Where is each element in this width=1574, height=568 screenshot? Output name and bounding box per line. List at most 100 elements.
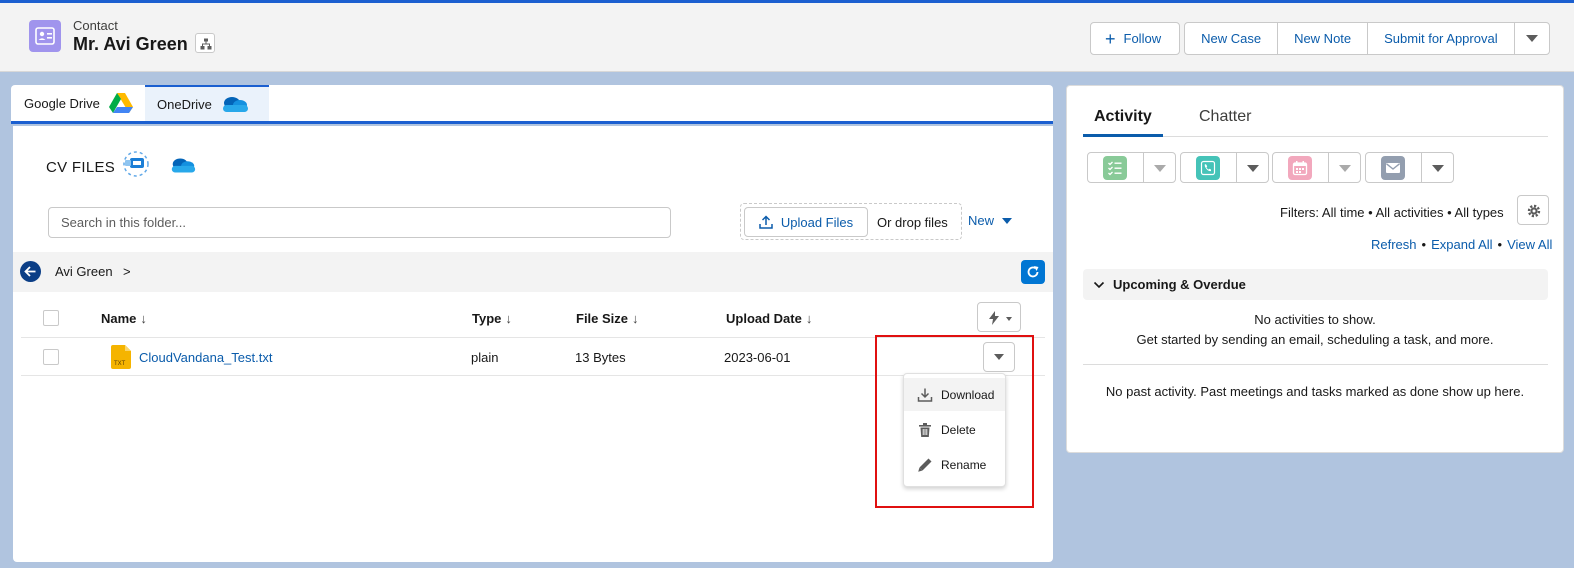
drop-files-label: Or drop files xyxy=(877,215,948,230)
lightning-icon xyxy=(989,311,999,325)
arrow-left-icon xyxy=(24,266,36,277)
more-actions-button[interactable] xyxy=(1513,22,1550,55)
google-drive-icon xyxy=(108,93,133,113)
chevron-down-icon xyxy=(1525,35,1538,42)
select-all-checkbox[interactable] xyxy=(43,310,59,326)
download-icon xyxy=(917,388,933,402)
upload-drop-zone[interactable]: Upload Files Or drop files xyxy=(740,203,962,240)
header-actions: + Follow New Case New Note Submit for Ap… xyxy=(1090,22,1550,55)
chevron-down-icon xyxy=(1002,217,1013,224)
record-header: Contact Mr. Avi Green + Follow New Case … xyxy=(0,3,1574,72)
submit-for-approval-button[interactable]: Submit for Approval xyxy=(1367,22,1515,55)
new-label: New xyxy=(968,213,995,228)
pencil-icon xyxy=(918,458,932,472)
filter-settings-button[interactable] xyxy=(1517,195,1549,225)
sort-arrow-icon: ↓ xyxy=(632,311,639,326)
activity-filters: Filters: All time • All activities • All… xyxy=(1280,205,1504,220)
file-name-link[interactable]: CloudVandana_Test.txt xyxy=(139,350,272,365)
refresh-link[interactable]: Refresh xyxy=(1371,237,1417,252)
upload-label: Upload Files xyxy=(780,214,854,230)
cv-files-logo-icon xyxy=(123,151,149,177)
tab-chatter[interactable]: Chatter xyxy=(1199,108,1251,126)
file-size: 13 Bytes xyxy=(575,350,626,365)
col-size-header[interactable]: File Size ↓ xyxy=(576,311,639,326)
breadcrumb-folder[interactable]: Avi Green xyxy=(55,264,113,279)
get-started-text: Get started by sending an email, schedul… xyxy=(1136,332,1494,347)
onedrive-icon xyxy=(222,97,248,112)
row-checkbox[interactable] xyxy=(43,349,59,365)
menu-item-delete[interactable]: Delete xyxy=(904,413,1005,446)
sort-arrow-icon: ↓ xyxy=(140,311,147,326)
chevron-down-icon xyxy=(1339,165,1351,172)
expand-all-link[interactable]: Expand All xyxy=(1431,237,1492,252)
section-divider xyxy=(1083,364,1548,365)
txt-file-icon: TXT xyxy=(111,345,131,369)
tab-onedrive[interactable]: OneDrive xyxy=(145,85,269,121)
active-tab-indicator xyxy=(1083,134,1163,137)
activity-links: Refresh • Expand All • View All xyxy=(1371,237,1553,252)
plus-icon: + xyxy=(1105,28,1116,49)
refresh-icon xyxy=(1027,266,1039,278)
gear-icon xyxy=(1527,204,1541,218)
onedrive-icon xyxy=(171,158,196,173)
file-type: plain xyxy=(471,350,499,365)
phone-icon xyxy=(1196,156,1220,180)
file-upload-date: 2023-06-01 xyxy=(724,350,791,365)
activity-panel: Activity Chatter Filters: All time • All… xyxy=(1066,85,1564,453)
contact-icon xyxy=(29,20,61,52)
chevron-down-icon xyxy=(1093,281,1105,288)
follow-button[interactable]: + Follow xyxy=(1090,22,1181,55)
hierarchy-icon xyxy=(200,38,212,50)
chevron-down-icon xyxy=(1006,317,1012,321)
upcoming-overdue-section[interactable]: Upcoming & Overdue xyxy=(1083,269,1548,300)
task-icon xyxy=(1103,156,1127,180)
calendar-icon xyxy=(1288,156,1312,180)
send-email-button[interactable] xyxy=(1365,152,1454,183)
record-title: Mr. Avi Green xyxy=(73,34,188,54)
object-type-label: Contact xyxy=(73,18,118,33)
upload-files-button[interactable]: Upload Files xyxy=(744,207,868,237)
log-call-button[interactable] xyxy=(1180,152,1269,183)
section-title: Upcoming & Overdue xyxy=(1113,277,1246,292)
no-activities-text: No activities to show. xyxy=(1254,312,1376,327)
sort-arrow-icon: ↓ xyxy=(505,311,512,326)
tab-activity[interactable]: Activity xyxy=(1094,108,1152,126)
tab-label: Google Drive xyxy=(24,95,100,111)
view-all-link[interactable]: View All xyxy=(1507,237,1552,252)
trash-icon xyxy=(919,422,931,437)
row-action-menu: Download Delete Rename xyxy=(903,373,1006,487)
hierarchy-button[interactable] xyxy=(195,33,215,53)
search-input[interactable] xyxy=(48,207,671,238)
col-name-header[interactable]: Name ↓ xyxy=(101,311,147,326)
breadcrumb: Avi Green > xyxy=(13,252,1053,292)
chevron-down-icon xyxy=(1432,165,1444,172)
bulk-actions-button[interactable] xyxy=(977,302,1021,332)
upload-icon xyxy=(759,215,773,229)
new-event-button[interactable] xyxy=(1272,152,1361,183)
follow-label: Follow xyxy=(1123,31,1162,46)
chevron-down-icon xyxy=(1154,165,1166,172)
new-case-button[interactable]: New Case xyxy=(1184,22,1279,55)
files-title: CV FILES xyxy=(46,159,116,176)
chevron-down-icon xyxy=(1247,165,1259,172)
new-menu-button[interactable]: New xyxy=(968,213,1013,228)
table-header: Name ↓ Type ↓ File Size ↓ Upload Date ↓ xyxy=(21,296,1045,338)
col-date-header[interactable]: Upload Date ↓ xyxy=(726,311,812,326)
sort-arrow-icon: ↓ xyxy=(805,311,813,326)
email-icon xyxy=(1381,156,1405,180)
tab-google-drive[interactable]: Google Drive xyxy=(11,85,145,121)
menu-label: Rename xyxy=(941,457,987,472)
tab-label: OneDrive xyxy=(157,96,212,112)
menu-item-download[interactable]: Download xyxy=(904,378,1005,411)
storage-tabs: Google Drive OneDrive xyxy=(11,85,1053,124)
new-task-button[interactable] xyxy=(1087,152,1176,183)
col-type-header[interactable]: Type ↓ xyxy=(472,311,512,326)
breadcrumb-separator: > xyxy=(123,264,131,279)
menu-label: Download xyxy=(941,387,995,402)
menu-item-rename[interactable]: Rename xyxy=(904,448,1005,481)
menu-label: Delete xyxy=(941,422,976,437)
file-icon-label: TXT xyxy=(114,361,126,367)
refresh-button[interactable] xyxy=(1021,260,1045,284)
back-button[interactable] xyxy=(20,261,41,282)
new-note-button[interactable]: New Note xyxy=(1277,22,1369,55)
